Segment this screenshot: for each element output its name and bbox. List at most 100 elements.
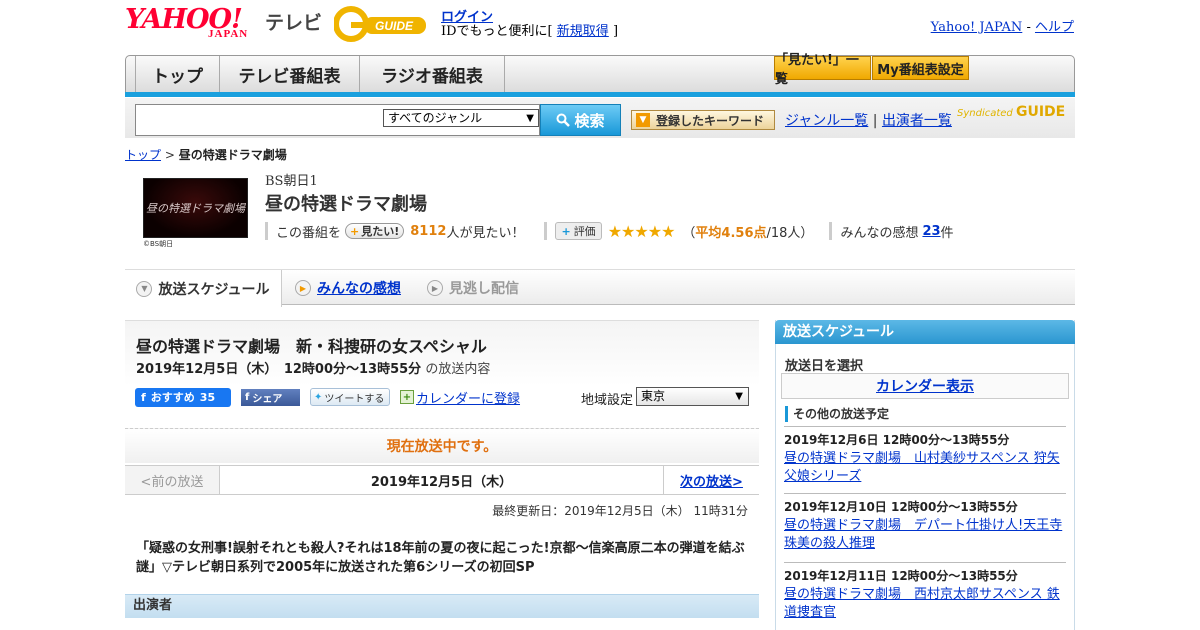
search-button-label: 検索	[574, 111, 605, 130]
facebook-icon: f	[245, 391, 250, 403]
tab-impressions[interactable]: ▶ みんなの感想	[295, 270, 401, 306]
current-broadcast-date: 2019年12月5日（木）	[370, 474, 513, 490]
nav-tab-radio-schedule[interactable]: ラジオ番組表	[360, 56, 505, 93]
on-air-notice: 現在放送中です。	[125, 428, 759, 463]
next-broadcast-link[interactable]: 次の放送>	[680, 471, 743, 490]
region-select-value: 東京	[641, 389, 666, 403]
episode-date: 2019年12月5日（木） 12時00分～13時55分 の放送内容	[136, 358, 490, 377]
other-item-link[interactable]: 昼の特選ドラマ劇場 山村美紗サスペンス 狩矢父娘シリーズ	[784, 450, 1066, 486]
program-thumbnail: 昼の特選ドラマ劇場	[143, 178, 248, 238]
dropdown-arrow-icon: ▼	[526, 113, 534, 124]
tab-schedule-label: 放送スケジュール	[158, 281, 270, 298]
chevron-right-icon: ▶	[427, 280, 443, 296]
breadcrumb: トップ > 昼の特選ドラマ劇場	[125, 146, 287, 163]
signup-link[interactable]: 新規取得	[557, 24, 609, 39]
rate-button[interactable]: + 評価	[555, 222, 602, 240]
region-label: 地域設定	[581, 393, 634, 408]
other-item-link[interactable]: 昼の特選ドラマ劇場 デパート仕掛け人!天王寺珠美の殺人推理	[784, 517, 1066, 553]
next-broadcast-button[interactable]: 次の放送>	[663, 466, 759, 494]
cast-section-header: 出演者	[125, 594, 759, 618]
program-stats: この番組を + 見たい! 8112 人が見たい！ + 評価 ★★★★★ （ 平均…	[265, 221, 954, 241]
facebook-like-label: おすすめ	[150, 391, 195, 404]
top-link-separator: -	[1026, 20, 1031, 35]
last-updated: 最終更新日：2019年12月5日（木） 11時31分	[492, 504, 748, 518]
calendar-register[interactable]: + カレンダーに登録	[400, 388, 520, 407]
sidebar-header: 放送スケジュール	[775, 320, 1075, 344]
list-item: 2019年12月6日 12時00分～13時55分 昼の特選ドラマ劇場 山村美紗サ…	[784, 426, 1066, 486]
breadcrumb-top-link[interactable]: トップ	[125, 148, 161, 162]
id-promo-prefix: IDでもっと便利に[	[441, 24, 553, 39]
episode-date-time: 2019年12月5日（木） 12時00分～13時55分	[136, 362, 422, 377]
episode-description: 「疑惑の女刑事!誤射それとも殺人?それは18年前の夏の夜に起こった!京都～信楽高…	[136, 541, 745, 575]
episode-date-suffix: の放送内容	[425, 362, 491, 377]
other-item-link[interactable]: 昼の特選ドラマ劇場 西村京太郎サスペンス 鉄道捜査官	[784, 586, 1066, 622]
mitai-button-label: 見たい!	[361, 225, 400, 238]
service-name: テレビ	[265, 12, 323, 34]
plus-icon: +	[561, 224, 571, 238]
social-buttons: f おすすめ 35 f シェア ✦ ツイートする + カレンダーに登録	[135, 387, 520, 407]
nav-accent-bar	[125, 92, 1075, 97]
chevron-right-icon: ▶	[295, 280, 311, 296]
stats-divider	[829, 222, 833, 240]
chevron-down-icon: ▼	[136, 280, 153, 297]
breadcrumb-current: 昼の特選ドラマ劇場	[178, 148, 287, 162]
stats-divider	[544, 222, 548, 240]
help-link[interactable]: ヘルプ	[1035, 20, 1074, 35]
search-button[interactable]: 検索	[540, 104, 621, 136]
channel-name: BS朝日1	[265, 174, 318, 189]
other-item-date: 2019年12月6日 12時00分～13時55分	[784, 433, 1010, 447]
mitai-suffix: 人が見たい！	[446, 225, 525, 241]
nav-tab-top[interactable]: トップ	[135, 56, 220, 93]
tab-missed: ▶ 見逃し配信	[427, 270, 519, 306]
program-tabs: ▼ 放送スケジュール ▶ みんなの感想 ▶ 見逃し配信	[125, 269, 1075, 307]
top-right-links: Yahoo! JAPAN - ヘルプ	[931, 16, 1074, 35]
id-promo-suffix: ]	[612, 24, 619, 39]
facebook-share-button[interactable]: f シェア	[241, 388, 300, 406]
rate-button-label: 評価	[573, 225, 596, 238]
mitai-list-button[interactable]: 「見たい!」一覧	[774, 53, 871, 87]
rating-average: 平均4.56点	[695, 225, 767, 241]
yahoo-japan-link[interactable]: Yahoo! JAPAN	[931, 20, 1023, 35]
other-schedule-label: その他の放送予定	[785, 406, 889, 422]
rating-stars: ★★★★★	[607, 221, 676, 241]
stats-divider	[265, 222, 268, 240]
mitai-button[interactable]: + 見たい!	[345, 223, 405, 239]
twitter-bird-icon: ✦	[314, 391, 323, 403]
calendar-view-link[interactable]: カレンダー表示	[876, 376, 974, 396]
nav-tab-tv-schedule[interactable]: テレビ番組表	[220, 56, 360, 93]
mitai-prefix: この番組を	[276, 225, 342, 241]
genre-select-value: すべてのジャンル	[388, 111, 483, 125]
facebook-like-count: 35	[199, 390, 216, 404]
mitai-count: 8112	[410, 223, 447, 239]
impressions-count-link[interactable]: 23	[922, 224, 940, 239]
facebook-like-button[interactable]: f おすすめ 35	[135, 387, 231, 407]
syndicated-logo: GUIDE	[1015, 104, 1066, 120]
tab-impressions-link[interactable]: みんなの感想	[317, 278, 401, 298]
calendar-register-link[interactable]: カレンダーに登録	[416, 388, 520, 407]
thumbnail-credit: ©BS朝日	[143, 240, 174, 248]
genre-list-link[interactable]: ジャンル一覧	[785, 113, 868, 129]
search-links-divider: |	[872, 113, 878, 129]
genre-select[interactable]: すべてのジャンル ▼	[383, 109, 539, 127]
plus-icon: +	[350, 224, 360, 238]
episode-title: 昼の特選ドラマ劇場 新・科捜研の女スペシャル	[136, 337, 487, 356]
rating-count: /18人）	[766, 225, 814, 241]
list-item: 2019年12月11日 12時00分～13時55分 昼の特選ドラマ劇場 西村京太…	[784, 562, 1066, 622]
registered-keyword-button[interactable]: ▼ 登録したキーワード	[631, 110, 775, 130]
tweet-button[interactable]: ✦ ツイートする	[310, 388, 390, 406]
cast-list-link[interactable]: 出演者一覧	[882, 113, 952, 129]
impressions-suffix: 件	[940, 225, 954, 241]
svg-text:GUIDE: GUIDE	[375, 19, 414, 33]
registered-keyword-label: 登録したキーワード	[656, 113, 765, 128]
prev-broadcast-button: <前の放送	[125, 466, 220, 494]
tab-schedule[interactable]: ▼ 放送スケジュール	[125, 270, 282, 307]
my-bangumi-button[interactable]: My番組表設定	[872, 56, 969, 80]
region-select[interactable]: 東京 ▼	[636, 387, 749, 406]
gguide-logo: GUIDE	[334, 6, 426, 42]
calendar-view-button[interactable]: カレンダー表示	[781, 373, 1069, 399]
id-promo: IDでもっと便利に[ 新規取得 ]	[441, 20, 618, 39]
program-thumbnail-text: 昼の特選ドラマ劇場	[146, 202, 245, 215]
program-title: 昼の特選ドラマ劇場	[265, 194, 427, 215]
calendar-add-icon: +	[400, 390, 414, 404]
yahoo-logo-japan: JAPAN	[208, 28, 249, 40]
